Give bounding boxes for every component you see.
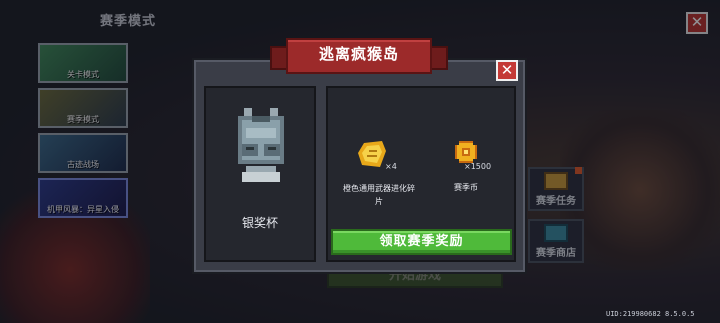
dialog-close-button[interactable]: ✕ (496, 60, 518, 81)
dialog-title: 逃离疯猴岛 (318, 45, 399, 63)
reward-name: 赛季币 (454, 183, 478, 192)
trophy-name: 银奖杯 (241, 216, 278, 230)
reward-quantity: ×1500 (464, 162, 492, 171)
silver-trophy-icon (238, 108, 284, 182)
weapon-fragment-icon (358, 141, 386, 167)
claim-reward-button[interactable]: 领取赛季奖励 (331, 229, 512, 255)
reward-name: 橙色通用武器进化碎片 (343, 184, 415, 206)
season-coin-icon (455, 141, 477, 163)
reward-quantity: ×4 (385, 162, 397, 171)
uid-label: UID:219980682 8.5.0.5 (606, 310, 695, 318)
